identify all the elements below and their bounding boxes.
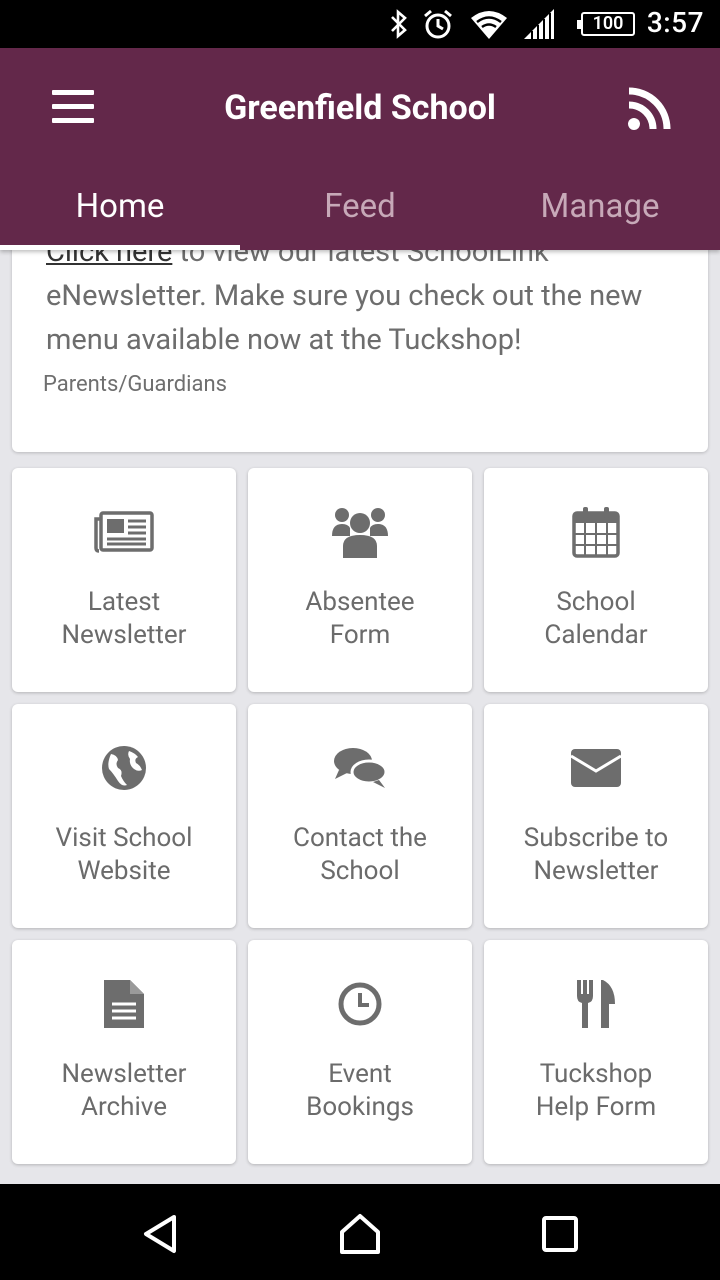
news-card[interactable]: Click here to view our latest SchoolLink… (12, 250, 708, 452)
envelope-icon (484, 738, 708, 798)
home-content[interactable]: Click here to view our latest SchoolLink… (0, 250, 720, 1184)
rss-feed-icon[interactable] (626, 86, 674, 134)
news-link[interactable]: Click here (46, 250, 172, 269)
tile-label: School Calendar (544, 587, 648, 650)
tile-label: Newsletter Archive (61, 1059, 187, 1122)
clock-time: 3:57 (646, 6, 704, 39)
fork-knife-icon (484, 974, 708, 1034)
tile-label: Tuckshop Help Form (535, 1059, 657, 1122)
wifi-icon (468, 8, 510, 40)
home-icon[interactable] (338, 1212, 382, 1256)
recents-icon[interactable] (538, 1212, 582, 1256)
tab-indicator (0, 245, 240, 250)
globe-icon (12, 738, 236, 798)
tile-event-bookings[interactable]: Event Bookings (248, 940, 472, 1164)
chat-bubbles-icon (248, 738, 472, 798)
tile-absentee-form[interactable]: Absentee Form (248, 468, 472, 692)
battery-icon: 100 (577, 12, 635, 36)
system-nav-bar (0, 1184, 720, 1280)
calendar-icon (484, 502, 708, 562)
app-bar: Greenfield School Home Feed Manage (0, 48, 720, 250)
news-audience: Parents/Guardians (43, 372, 227, 397)
tile-school-calendar[interactable]: School Calendar (484, 468, 708, 692)
clock-icon (248, 974, 472, 1034)
back-icon[interactable] (138, 1212, 182, 1256)
tile-tuckshop-help-form[interactable]: Tuckshop Help Form (484, 940, 708, 1164)
cell-signal-icon (520, 8, 558, 40)
document-icon (12, 974, 236, 1034)
tab-bar: Home Feed Manage (0, 174, 720, 250)
tile-subscribe-to-newsletter[interactable]: Subscribe to Newsletter (484, 704, 708, 928)
tile-label: Contact the School (293, 823, 427, 886)
bluetooth-icon (384, 8, 414, 40)
tile-label: Visit School Website (55, 823, 193, 886)
tile-visit-school-website[interactable]: Visit School Website (12, 704, 236, 928)
tile-latest-newsletter[interactable]: Latest Newsletter (12, 468, 236, 692)
newspaper-icon (12, 502, 236, 562)
tile-label: Absentee Form (305, 587, 415, 650)
tab-feed[interactable]: Feed (240, 174, 480, 250)
tab-manage[interactable]: Manage (480, 174, 720, 250)
news-body: Click here to view our latest SchoolLink… (46, 250, 686, 362)
tile-label: Event Bookings (306, 1059, 414, 1122)
alarm-icon (420, 8, 456, 40)
app-title: Greenfield School (224, 88, 496, 128)
tab-home[interactable]: Home (0, 174, 240, 250)
status-bar: 100 3:57 (0, 0, 720, 48)
users-group-icon (248, 502, 472, 562)
tile-newsletter-archive[interactable]: Newsletter Archive (12, 940, 236, 1164)
tile-contact-the-school[interactable]: Contact the School (248, 704, 472, 928)
tile-label: Subscribe to Newsletter (523, 823, 669, 886)
tile-label: Latest Newsletter (61, 587, 187, 650)
